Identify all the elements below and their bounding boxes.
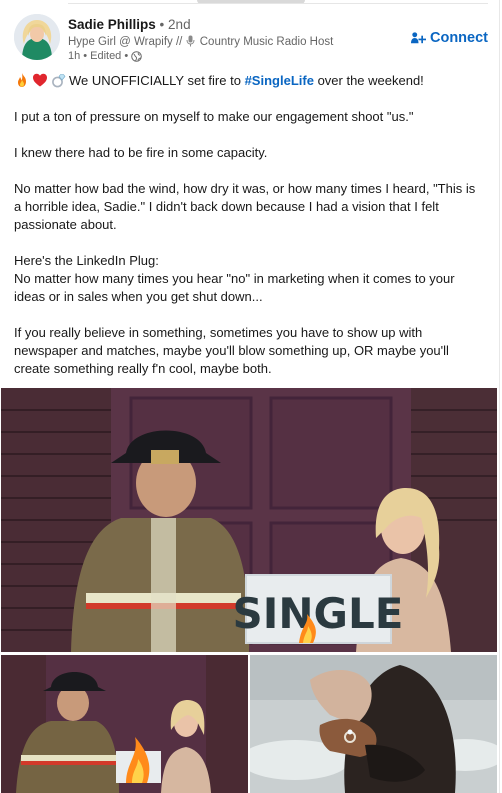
right-divider bbox=[499, 0, 500, 793]
post-paragraph-2: I put a ton of pressure on myself to mak… bbox=[14, 109, 414, 124]
ring-emoji-icon bbox=[52, 74, 66, 88]
degree-separator: • bbox=[159, 17, 165, 32]
post-meta: 1h • Edited • bbox=[68, 50, 142, 62]
sign-text: SINGLE bbox=[233, 589, 404, 638]
connect-label: Connect bbox=[430, 30, 488, 46]
connection-degree: 2nd bbox=[168, 17, 191, 32]
post-line-1-end: over the weekend! bbox=[317, 73, 424, 88]
author-name[interactable]: Sadie Phillips bbox=[68, 17, 156, 32]
top-divider bbox=[68, 3, 488, 4]
plug-heading: Here's the LinkedIn Plug: bbox=[14, 253, 159, 268]
post-paragraph-3: I knew there had to be fire in some capa… bbox=[14, 145, 268, 160]
emoji-group bbox=[14, 72, 66, 88]
heart-emoji-icon bbox=[33, 73, 47, 87]
edited-label: Edited bbox=[90, 50, 122, 62]
post-paragraph-4: No matter how bad the wind, how dry it w… bbox=[14, 181, 476, 232]
fire-emoji-icon bbox=[18, 73, 26, 87]
globe-icon bbox=[131, 50, 142, 62]
post-image-bottom-left[interactable] bbox=[1, 655, 248, 793]
author-name-line: Sadie Phillips • 2nd bbox=[68, 17, 191, 32]
post-paragraph-1: We UNOFFICIALLY set fire to #SingleLife … bbox=[14, 72, 484, 90]
headline-suffix: Country Music Radio Host bbox=[199, 36, 334, 48]
post-image-bottom-right[interactable] bbox=[250, 655, 497, 793]
post-time[interactable]: 1h bbox=[68, 50, 80, 62]
meta-dot-2: • bbox=[124, 50, 129, 62]
post-image-main[interactable]: SINGLE bbox=[1, 388, 497, 652]
connect-button[interactable]: Connect bbox=[411, 30, 488, 46]
plug-body: No matter how many times you hear "no" i… bbox=[14, 271, 455, 304]
post-body: We UNOFFICIALLY set fire to #SingleLife … bbox=[14, 72, 484, 396]
hashtag-link[interactable]: #SingleLife bbox=[245, 73, 314, 88]
meta-dot: • bbox=[83, 50, 88, 62]
microphone-icon bbox=[186, 35, 195, 47]
post-paragraph-6: If you really believe in something, some… bbox=[14, 325, 449, 376]
post-line-1-start: We UNOFFICIALLY set fire to bbox=[69, 73, 241, 88]
add-person-icon bbox=[411, 31, 426, 43]
headline-prefix: Hype Girl @ Wrapify // bbox=[68, 36, 183, 48]
post-header: Sadie Phillips • 2nd Hype Girl @ Wrapify… bbox=[14, 14, 488, 66]
author-avatar[interactable] bbox=[14, 14, 60, 60]
author-headline: Hype Girl @ Wrapify // Country Music Rad… bbox=[68, 35, 333, 48]
post-paragraph-5: Here's the LinkedIn Plug: No matter how … bbox=[14, 252, 484, 306]
